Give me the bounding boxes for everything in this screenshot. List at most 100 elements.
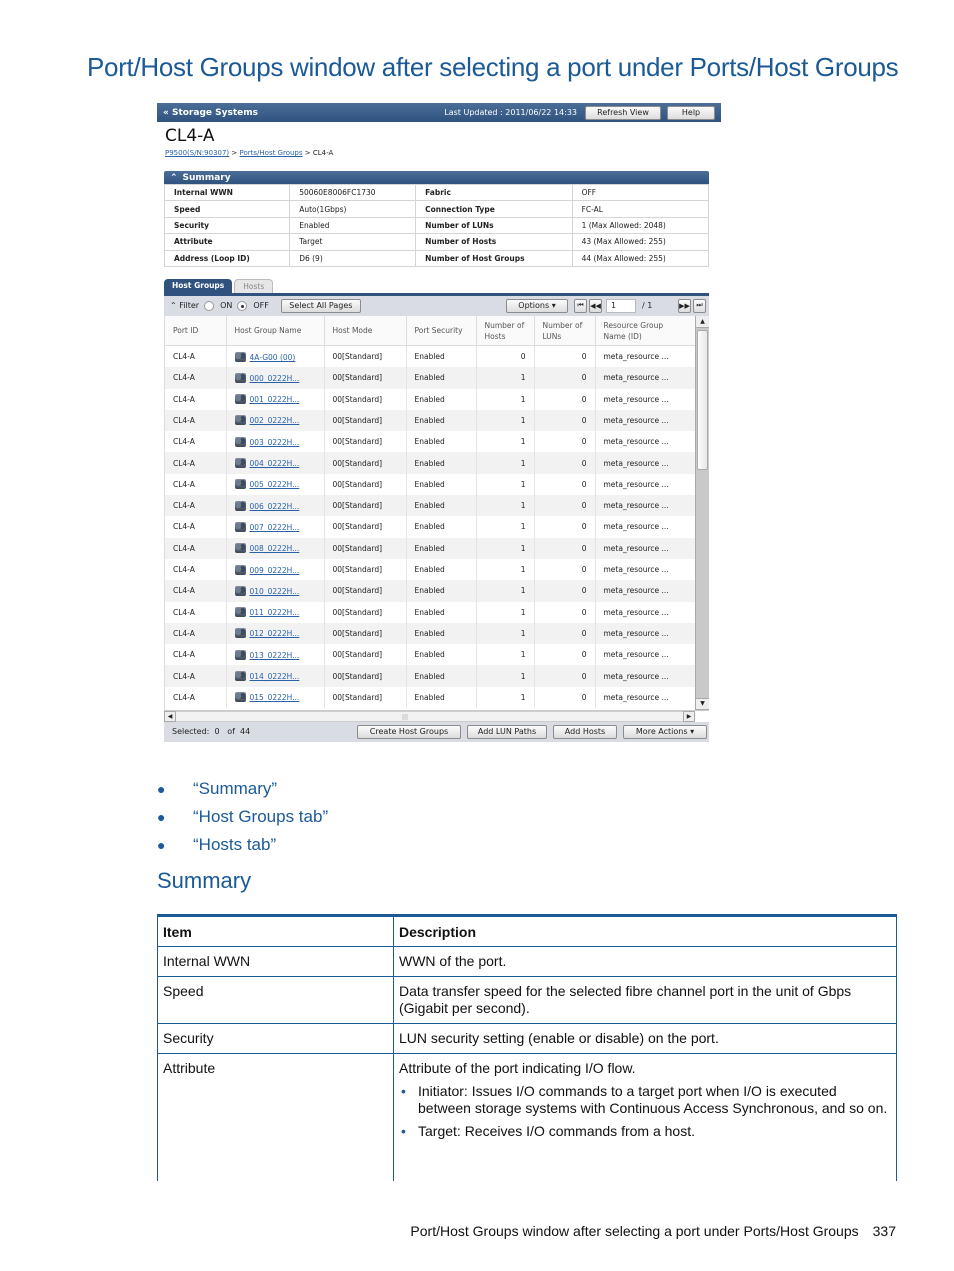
host-group-link[interactable]: 006_0222H... [250,502,300,511]
bullet-icon: ● [157,809,166,825]
table-row[interactable]: CL4-A 000_0222H... 00[Standard] Enabled 1 0 me… [165,367,697,389]
host-group-link[interactable]: 014_0222H... [250,672,300,681]
link-host-groups-tab[interactable]: “Host Groups tab” [193,807,328,827]
table-cell: meta_resource ... [595,409,697,432]
column-header[interactable]: Port ID [165,315,227,347]
vertical-scrollbar[interactable]: ▲ ▼ [695,315,709,710]
filter-on-radio[interactable] [204,300,215,311]
tab-host-groups[interactable]: Host Groups [164,278,233,293]
storage-systems-link[interactable]: « Storage Systems [163,108,444,118]
scroll-up-icon[interactable]: ▲ [696,315,709,328]
filter-off-radio[interactable] [237,300,248,311]
breadcrumb-storage-link[interactable]: P9500(S/N:90307) [165,149,229,157]
column-header[interactable]: Host Group Name [226,315,325,347]
table-cell: Enabled [406,644,477,666]
column-header[interactable]: Number of Hosts [476,315,535,347]
scroll-down-icon[interactable]: ▼ [696,697,709,710]
table-row[interactable]: CL4-A 004_0222H... 00[Standard] Enabled 1 0 me… [165,452,697,474]
host-group-link[interactable]: 003_0222H... [250,438,300,447]
table-row[interactable]: CL4-A 003_0222H... 00[Standard] Enabled 1 0 me… [165,431,697,453]
table-cell: 0 [534,431,596,453]
table-cell: CL4-A [165,686,227,708]
link-hosts-tab[interactable]: “Hosts tab” [193,835,276,855]
table-row[interactable]: CL4-A 010_0222H... 00[Standard] Enabled 1 0 me… [165,580,697,602]
add-lun-paths-button[interactable]: Add LUN Paths [467,724,547,739]
page-number-input[interactable]: 1 [606,298,636,313]
filter-toggle[interactable]: ⌃ Filter [170,301,199,310]
first-page-button[interactable]: ⏮ [574,298,587,313]
table-row[interactable]: CL4-A 015_0222H... 00[Standard] Enabled 1 0 me… [165,686,697,708]
column-header[interactable]: Resource Group Name (ID) [595,315,697,347]
table-cell: CL4-A [165,644,227,666]
host-group-icon [234,415,246,426]
host-group-link[interactable]: 005_0222H... [250,480,300,489]
prev-page-button[interactable]: ◀◀ [589,298,602,313]
scroll-left-icon[interactable]: ◀ [164,710,176,722]
table-cell: 1 [476,601,535,623]
scroll-right-icon[interactable]: ▶ [683,710,695,722]
host-group-link[interactable]: 015_0222H... [250,693,300,702]
column-header[interactable]: Port Security [406,315,477,347]
summary-header[interactable]: ⌃ Summary [164,171,709,184]
table-cell: Enabled [406,473,477,496]
help-button[interactable]: Help [667,105,715,120]
last-page-button[interactable]: ⏭ [693,298,706,313]
summary-value: Auto(1Gbps) [289,200,417,218]
next-page-button[interactable]: ▶▶ [678,298,691,313]
host-group-link[interactable]: 010_0222H... [250,587,300,596]
table-row[interactable]: CL4-A 014_0222H... 00[Standard] Enabled 1 0 me… [165,665,697,687]
host-group-icon [234,585,246,596]
host-group-icon [234,692,246,703]
table-cell: 1 [476,409,535,432]
breadcrumb-current: CL4-A [312,149,334,157]
column-header[interactable]: Number of LUNs [534,315,596,347]
host-group-icon [234,628,246,639]
host-group-link[interactable]: 013_0222H... [250,651,300,660]
table-row[interactable]: CL4-A 007_0222H... 00[Standard] Enabled 1 0 me… [165,516,697,538]
refresh-view-button[interactable]: Refresh View [585,105,661,120]
table-cell: 1 [476,537,535,559]
tab-hosts[interactable]: Hosts [234,278,274,293]
create-host-groups-button[interactable]: Create Host Groups [357,724,461,739]
breadcrumb-ports-link[interactable]: Ports/Host Groups [240,149,303,157]
table-row[interactable]: CL4-A 009_0222H... 00[Standard] Enabled 1 0 me… [165,558,697,581]
host-group-link[interactable]: 000_0222H... [250,374,300,383]
table-cell: meta_resource ... [595,516,697,538]
table-cell: meta_resource ... [595,367,697,389]
add-hosts-button[interactable]: Add Hosts [553,724,617,739]
table-row[interactable]: CL4-A 012_0222H... 00[Standard] Enabled 1 0 me… [165,622,697,645]
host-group-link[interactable]: 002_0222H... [250,416,300,425]
host-group-link[interactable]: 001_0222H... [250,395,300,404]
table-row[interactable]: CL4-A 011_0222H... 00[Standard] Enabled 1 0 me… [165,601,697,623]
host-groups-table: Port ID Host Group Name Host Mode Port Secu… [165,315,697,708]
table-row[interactable]: CL4-A 4A-G00 (00) 00[Standard] Enabled 0 0 met… [165,345,697,368]
table-cell: Enabled [406,537,477,559]
host-group-link[interactable]: 009_0222H... [250,566,300,575]
select-all-pages-button[interactable]: Select All Pages [280,298,361,313]
scrollbar-thumb[interactable] [697,329,708,470]
summary-value: Target [289,233,417,251]
table-row[interactable]: CL4-A 006_0222H... 00[Standard] Enabled 1 0 me… [165,495,697,517]
more-actions-dropdown[interactable]: More Actions ▾ [623,724,707,739]
table-row[interactable]: CL4-A 008_0222H... 00[Standard] Enabled 1 0 me… [165,537,697,559]
options-dropdown[interactable]: Options ▾ [506,298,568,313]
host-group-link[interactable]: 008_0222H... [250,544,300,553]
table-cell: 00[Standard] [324,580,407,602]
host-group-link[interactable]: 4A-G00 (00) [250,353,296,362]
table-row[interactable]: CL4-A 002_0222H... 00[Standard] Enabled 1 0 me… [165,409,697,432]
host-group-link[interactable]: 004_0222H... [250,459,300,468]
host-group-link[interactable]: 007_0222H... [250,523,300,532]
table-row[interactable]: CL4-A 001_0222H... 00[Standard] Enabled 1 0 me… [165,388,697,410]
table-row[interactable]: CL4-A 013_0222H... 00[Standard] Enabled 1 0 me… [165,644,697,666]
table-row[interactable]: CL4-A 005_0222H... 00[Standard] Enabled 1 0 me… [165,473,697,496]
next-page-icon: ▶▶ [679,301,690,310]
column-header[interactable]: Host Mode [324,315,407,347]
table-cell: 0 [534,516,596,538]
table-cell: meta_resource ... [595,473,697,496]
summary-value: FC-AL [571,200,710,218]
summary-row: Speed Auto(1Gbps) Connection Type FC-AL [163,200,710,218]
host-group-link[interactable]: 011_0222H... [250,608,300,617]
horizontal-scrollbar[interactable]: ◀ ||| ▶ [164,709,709,722]
host-group-link[interactable]: 012_0222H... [250,629,300,638]
link-summary[interactable]: “Summary” [193,779,277,799]
